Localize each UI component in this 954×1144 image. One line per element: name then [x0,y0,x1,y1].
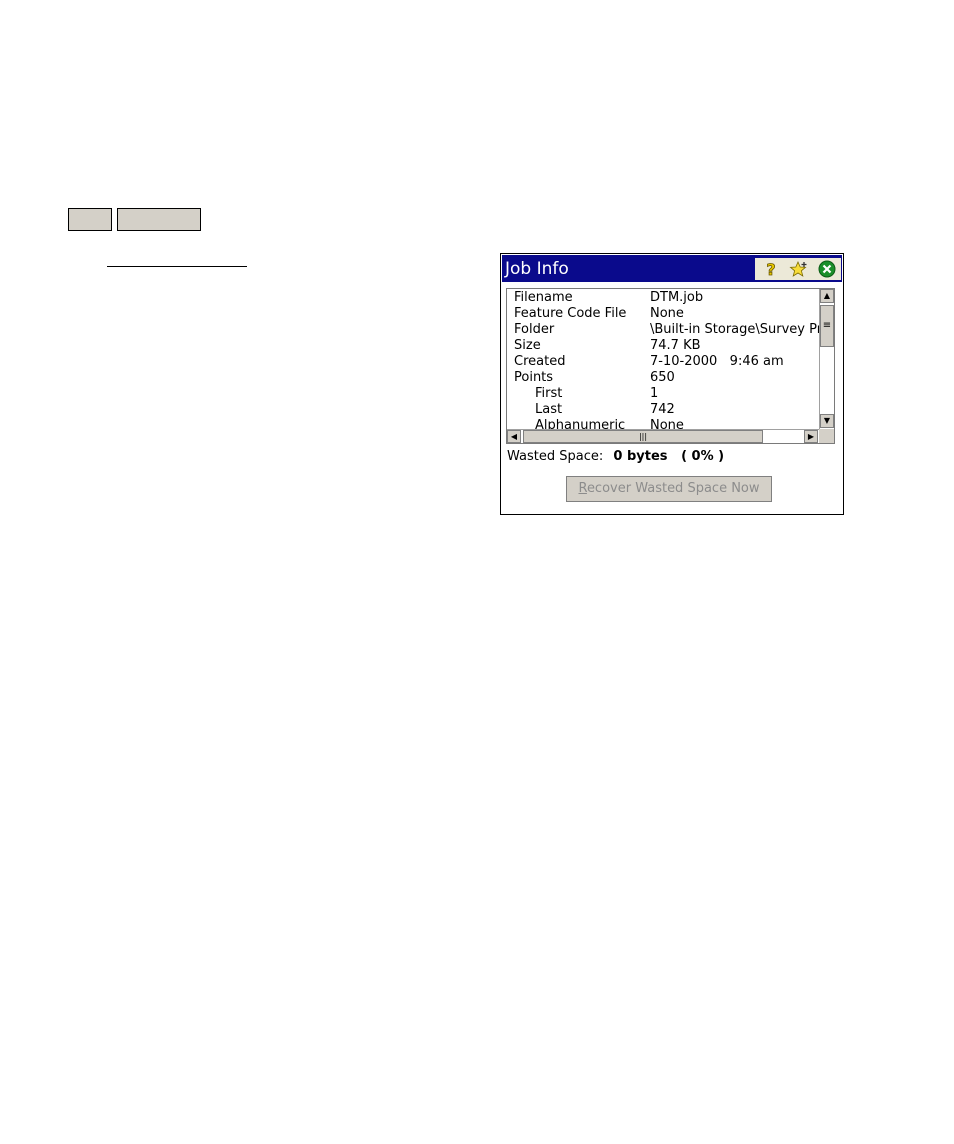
info-row: Folder \Built-in Storage\Survey Pro [507,322,819,338]
info-row: Alphanumeric None [507,418,819,429]
info-row-value: \Built-in Storage\Survey Pro [650,322,819,337]
wasted-space-value: 0 bytes ( 0% ) [613,449,725,464]
info-row: Filename DTM.job [507,290,819,306]
info-row-value: 650 [650,370,675,385]
info-row-label: Alphanumeric [535,418,626,429]
title-bar: Job Info ? [502,255,842,282]
vertical-scrollbar[interactable]: ▲ ≡ ▼ [819,289,834,429]
info-row-value: 742 [650,402,675,417]
job-info-window: Job Info ? Filename DTM.job Feature Code… [500,253,844,515]
scroll-left-arrow-icon[interactable]: ◀ [507,430,521,443]
info-row: Points 650 [507,370,819,386]
header-box-left [68,208,112,231]
info-row: First 1 [507,386,819,402]
svg-text:?: ? [766,260,775,278]
header-box-right [117,208,201,231]
close-icon[interactable] [817,260,837,278]
job-info-rows: Filename DTM.job Feature Code File None Fold… [507,289,819,429]
wasted-space-label: Wasted Space: [507,449,604,464]
scroll-up-arrow-icon[interactable]: ▲ [820,289,834,303]
vertical-scroll-thumb[interactable]: ≡ [820,305,834,347]
horizontal-scroll-thumb[interactable]: ||| [523,430,763,443]
info-row: Last 742 [507,402,819,418]
info-row: Feature Code File None [507,306,819,322]
info-row-value: None [650,418,684,429]
info-row-label: Size [514,338,541,353]
info-row: Size 74.7 KB [507,338,819,354]
info-row-label: Created [514,354,566,369]
info-row-label: Last [535,402,563,417]
info-row-value: None [650,306,684,321]
job-info-list[interactable]: Filename DTM.job Feature Code File None Fold… [506,288,835,444]
recover-button-label: Recover Wasted Space Now [578,481,760,496]
favorites-star-icon[interactable] [789,260,809,278]
info-row-value: 7-10-2000 9:46 am [650,354,784,369]
info-row-value: DTM.job [650,290,704,305]
header-rule [107,266,247,267]
horizontal-scrollbar[interactable]: ◀ ||| ▶ [507,429,819,443]
info-row-label: Points [514,370,554,385]
info-row-label: First [535,386,563,401]
info-row-label: Filename [514,290,573,305]
title-buttons: ? [755,258,841,280]
scroll-down-arrow-icon[interactable]: ▼ [820,414,834,428]
info-row: Created 7-10-2000 9:46 am [507,354,819,370]
scrollbar-corner [819,429,834,443]
info-row-value: 1 [650,386,659,401]
scroll-right-arrow-icon[interactable]: ▶ [804,430,818,443]
window-title: Job Info [505,259,569,279]
recover-wasted-space-button[interactable]: Recover Wasted Space Now [566,476,772,502]
info-row-value: 74.7 KB [650,338,701,353]
help-icon[interactable]: ? [761,260,781,280]
wasted-space-line: Wasted Space: 0 bytes ( 0% ) [507,449,724,465]
info-row-label: Feature Code File [514,306,627,321]
info-row-label: Folder [514,322,555,337]
